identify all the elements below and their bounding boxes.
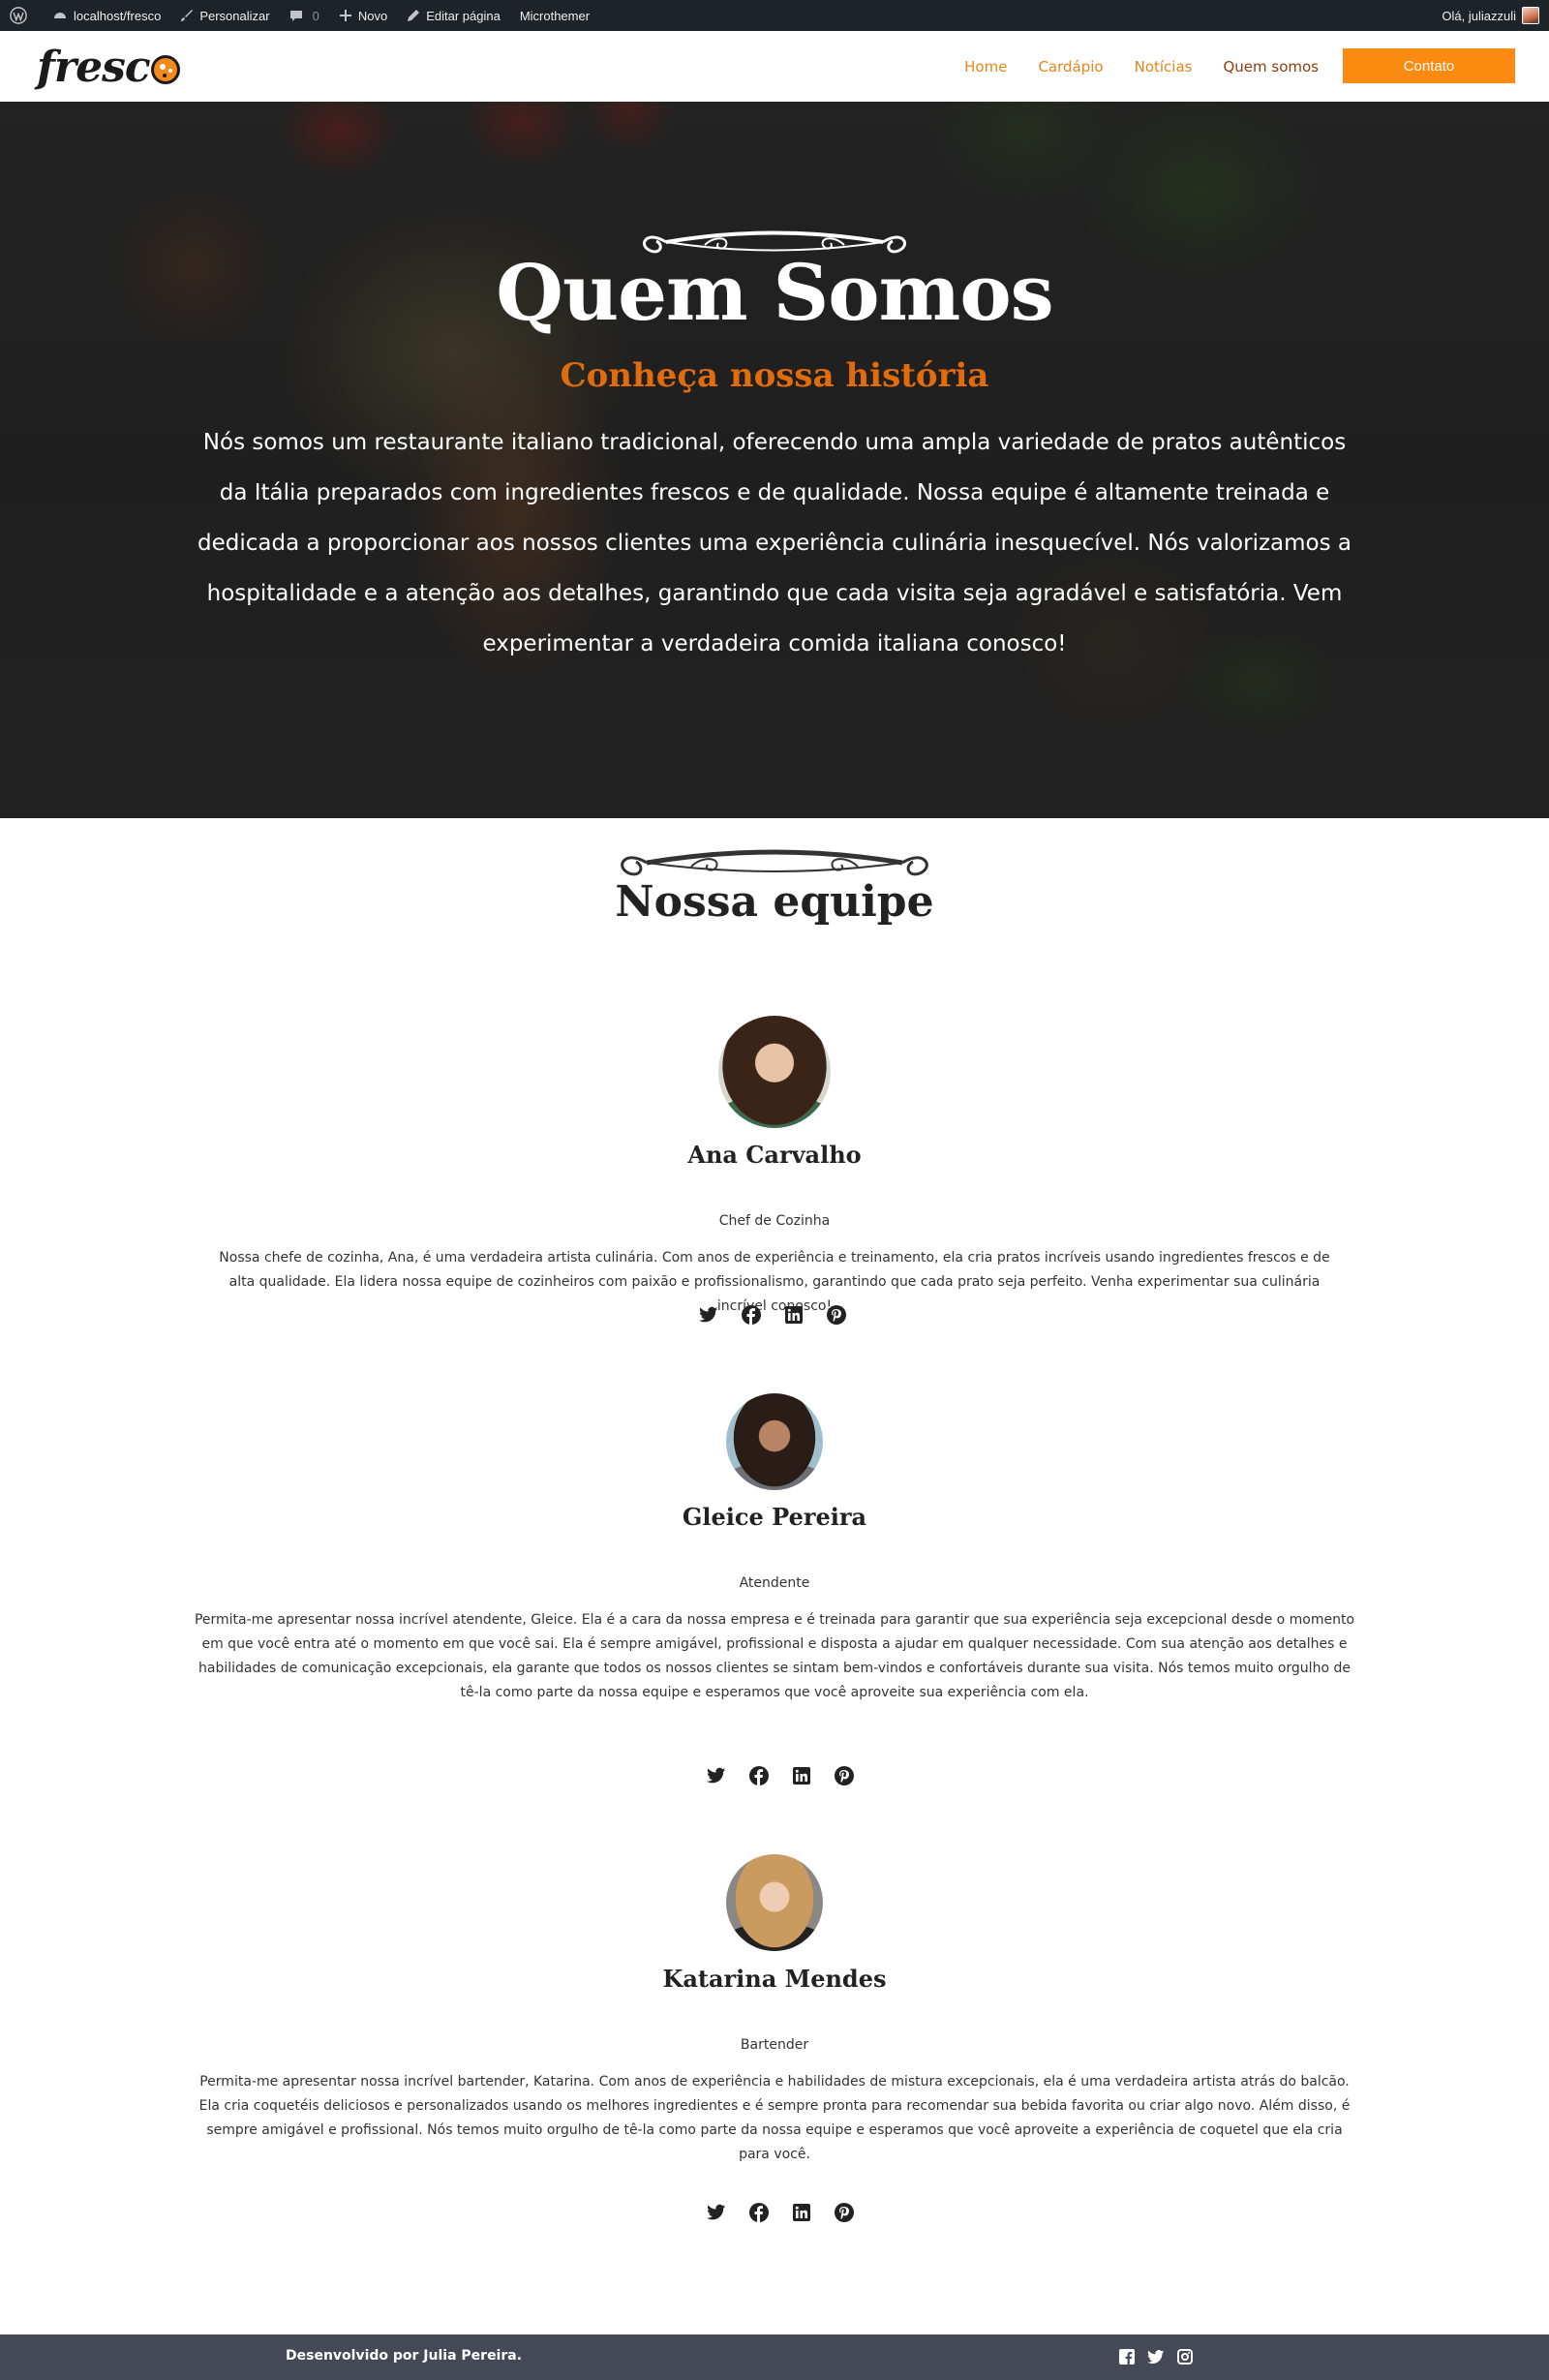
linkedin-icon[interactable]	[792, 1766, 811, 1785]
new-content-link[interactable]: Novo	[329, 0, 397, 31]
hero-section: Quem Somos Conheça nossa história Nós so…	[0, 102, 1549, 818]
avatar	[726, 1854, 823, 1951]
footer-social-links	[1118, 2348, 1194, 2365]
avatar	[718, 1016, 831, 1128]
hero-title: Quem Somos	[496, 247, 1053, 338]
social-links	[707, 1766, 854, 1785]
new-label: Novo	[357, 8, 388, 23]
twitter-icon[interactable]	[707, 1766, 726, 1785]
customize-link[interactable]: Personalizar	[170, 0, 279, 31]
dashboard-icon	[54, 13, 66, 18]
member-name: Katarina Mendes	[662, 1965, 887, 1993]
facebook-icon[interactable]	[742, 1305, 761, 1325]
facebook-icon[interactable]	[749, 2203, 769, 2222]
comments-count: 0	[312, 8, 319, 23]
site-header: fresc Home Cardápio Notícias Quem somos …	[0, 31, 1549, 102]
user-avatar	[1522, 7, 1539, 24]
user-greeting: Olá, juliazzuli	[1442, 8, 1516, 23]
microthemer-link[interactable]: Microthemer	[510, 0, 599, 31]
footer-credit: Desenvolvido por Julia Pereira.	[286, 2348, 523, 2364]
pinterest-icon[interactable]	[835, 1766, 854, 1785]
microthemer-label: Microthemer	[519, 8, 591, 23]
site-name-label: localhost/fresco	[74, 8, 162, 23]
hero-description: Nós somos um restaurante italiano tradic…	[197, 430, 1352, 656]
member-name: Ana Carvalho	[687, 1141, 862, 1169]
instagram-icon[interactable]	[1176, 2348, 1194, 2365]
avatar	[726, 1393, 823, 1490]
member-role: Chef de Cozinha	[718, 1213, 831, 1229]
edit-page-link[interactable]: Editar página	[397, 0, 510, 31]
nav-cardapio[interactable]: Cardápio	[1038, 58, 1103, 76]
edit-page-label: Editar página	[426, 8, 501, 23]
pinterest-icon[interactable]	[827, 1305, 846, 1325]
site-logo[interactable]: fresc	[37, 39, 180, 95]
pinterest-icon[interactable]	[835, 2203, 854, 2222]
site-footer: Desenvolvido por Julia Pereira.	[0, 2334, 1549, 2380]
comments-link[interactable]: 0	[280, 0, 329, 31]
facebook-square-icon[interactable]	[1118, 2348, 1136, 2365]
admin-bar: localhost/fresco Personalizar 0 Novo Edi…	[0, 0, 1549, 31]
twitter-icon[interactable]	[1147, 2348, 1165, 2365]
linkedin-icon[interactable]	[784, 1305, 804, 1325]
facebook-icon[interactable]	[749, 1766, 769, 1785]
member-name: Gleice Pereira	[682, 1503, 867, 1531]
nav-home[interactable]: Home	[964, 58, 1007, 76]
customize-label: Personalizar	[199, 8, 270, 23]
brush-icon	[181, 10, 194, 21]
comment-icon	[289, 11, 302, 21]
member-role: Bartender	[740, 2037, 809, 2053]
member-bio: Permita-me apresentar nossa incrível bar…	[198, 2074, 1351, 2162]
member-role: Atendente	[739, 1575, 810, 1591]
logo-pizza-icon	[150, 55, 180, 84]
linkedin-icon[interactable]	[792, 2203, 811, 2222]
hero-subtitle: Conheça nossa história	[560, 356, 989, 395]
contact-button[interactable]: Contato	[1343, 48, 1515, 83]
twitter-icon[interactable]	[707, 2203, 726, 2222]
social-links	[707, 2203, 854, 2222]
nav-quem-somos[interactable]: Quem somos	[1223, 58, 1319, 76]
twitter-icon[interactable]	[699, 1305, 718, 1325]
site-name-link[interactable]: localhost/fresco	[43, 0, 170, 31]
logo-text: fresc	[37, 42, 151, 92]
wordpress-logo-icon[interactable]	[0, 0, 43, 31]
social-links	[699, 1305, 846, 1325]
plus-icon	[339, 10, 351, 21]
member-bio: Permita-me apresentar nossa incrível ate…	[194, 1612, 1355, 1700]
main-nav: Home Cardápio Notícias Quem somos	[964, 31, 1319, 102]
user-account-menu[interactable]: Olá, juliazzuli	[1432, 0, 1549, 31]
team-title: Nossa equipe	[615, 877, 934, 927]
pencil-icon	[408, 10, 420, 21]
nav-noticias[interactable]: Notícias	[1135, 58, 1193, 76]
